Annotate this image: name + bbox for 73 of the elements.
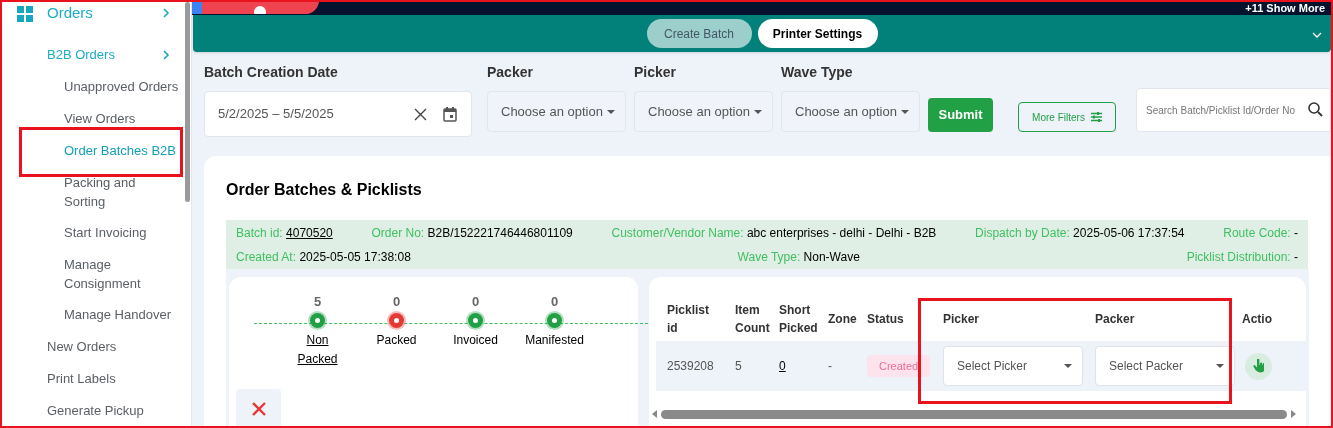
calendar-icon (443, 106, 457, 122)
pointing-hand-icon (1253, 359, 1264, 373)
caret-icon (1216, 364, 1224, 368)
column-header: Picker (942, 311, 981, 328)
short-picked-link[interactable]: 0 (779, 359, 786, 373)
info-field: Order No: B2B/152221746446801109 (371, 224, 573, 242)
close-icon (414, 107, 427, 121)
step-count: 0 (471, 293, 480, 310)
sidebar-item[interactable]: Unapproved Orders (2, 71, 179, 103)
step-count: 0 (392, 293, 401, 310)
select-field[interactable]: Choose an option (487, 91, 626, 132)
sidebar-item[interactable]: View Orders (2, 103, 136, 135)
column-header: Actio (1241, 311, 1273, 328)
step-count: 5 (313, 293, 322, 310)
column-header: Status (866, 311, 905, 328)
sidebar-item[interactable]: Generate Pickup (2, 395, 144, 426)
field-label: Packer (487, 63, 534, 82)
info-field: Created At: 2025-05-05 17:38:08 (236, 248, 411, 266)
scrollbar-thumb[interactable] (661, 409, 1287, 419)
info-field: Customer/Vendor Name: abc enterprises - delhi - Delhi - B2B (611, 224, 937, 242)
select-field[interactable]: Select Packer (1095, 346, 1235, 386)
sidebar-item[interactable]: Start Invoicing (2, 217, 147, 249)
sidebar-item[interactable]: Manage Handover (2, 299, 171, 331)
sliders-icon (1090, 112, 1102, 122)
info-field: Picklist Distribution: - (1186, 248, 1298, 266)
info-field: Wave Type: Non-Wave (737, 248, 860, 266)
close-button[interactable] (236, 389, 281, 426)
select-field[interactable]: Choose an option (781, 91, 920, 132)
scroll-left-icon (652, 410, 657, 418)
column-header: Picklist id (666, 302, 711, 337)
show-more-link[interactable]: +11 Show More (1245, 3, 1325, 14)
step-label: Manifested (524, 332, 585, 349)
search-icon (1308, 102, 1323, 117)
action-button[interactable] (1245, 352, 1272, 380)
caret-icon (1064, 364, 1072, 368)
printer-settings-button[interactable]: Printer Settings (757, 19, 878, 48)
step-label: Invoiced (452, 332, 499, 349)
step-link[interactable]: Non Packed (287, 331, 348, 369)
sidebar-item[interactable]: Packing and Sorting (2, 167, 152, 217)
table-row[interactable]: 2539208 5 0 - Created Select Picker Select Packer (656, 341, 1306, 391)
column-header: Zone (827, 311, 856, 328)
table-cell: - (828, 359, 832, 373)
caret-icon (754, 109, 762, 114)
chevron-down-icon (1312, 32, 1322, 38)
grid-icon (17, 6, 33, 22)
close-icon (251, 402, 266, 416)
scrollbar-thumb[interactable] (185, 2, 190, 202)
caret-icon (607, 109, 615, 114)
column-header: Short Picked (778, 302, 817, 337)
status-badge: Created (867, 355, 931, 377)
search-field[interactable]: Search Batch/Picklist Id/Order No (1136, 88, 1331, 132)
column-header: Item Count (734, 302, 768, 337)
select-field[interactable]: Select Picker (943, 346, 1083, 386)
info-field: Batch id: 4070520 (236, 224, 333, 242)
table-cell: 5 (735, 359, 742, 373)
scroll-right-icon (1291, 410, 1296, 418)
caret-icon (901, 109, 909, 114)
sidebar-item[interactable]: New Orders (2, 331, 117, 363)
step-label: Packed (375, 332, 418, 349)
column-header: Packer (1094, 311, 1136, 328)
field-label: Wave Type (781, 63, 854, 82)
table-cell: 2539208 (667, 359, 714, 373)
field-label: Batch Creation Date (204, 63, 339, 82)
field-label: Picker (634, 63, 678, 82)
select-field[interactable]: Choose an option (634, 91, 773, 132)
date-range-field[interactable]: 5/2/2025 – 5/5/2025 (204, 91, 472, 137)
info-field: Route Code: - (1223, 224, 1298, 242)
batch-id-link[interactable]: 4070520 (286, 226, 333, 240)
step-count: 0 (550, 293, 559, 310)
card-title: Order Batches & Picklists (226, 180, 423, 200)
sidebar-item[interactable]: Manage Consignment (2, 249, 152, 299)
info-field: Dispatch by Date: 2025-05-06 17:37:54 (975, 224, 1185, 242)
sidebar-item[interactable]: Print Labels (2, 363, 116, 395)
